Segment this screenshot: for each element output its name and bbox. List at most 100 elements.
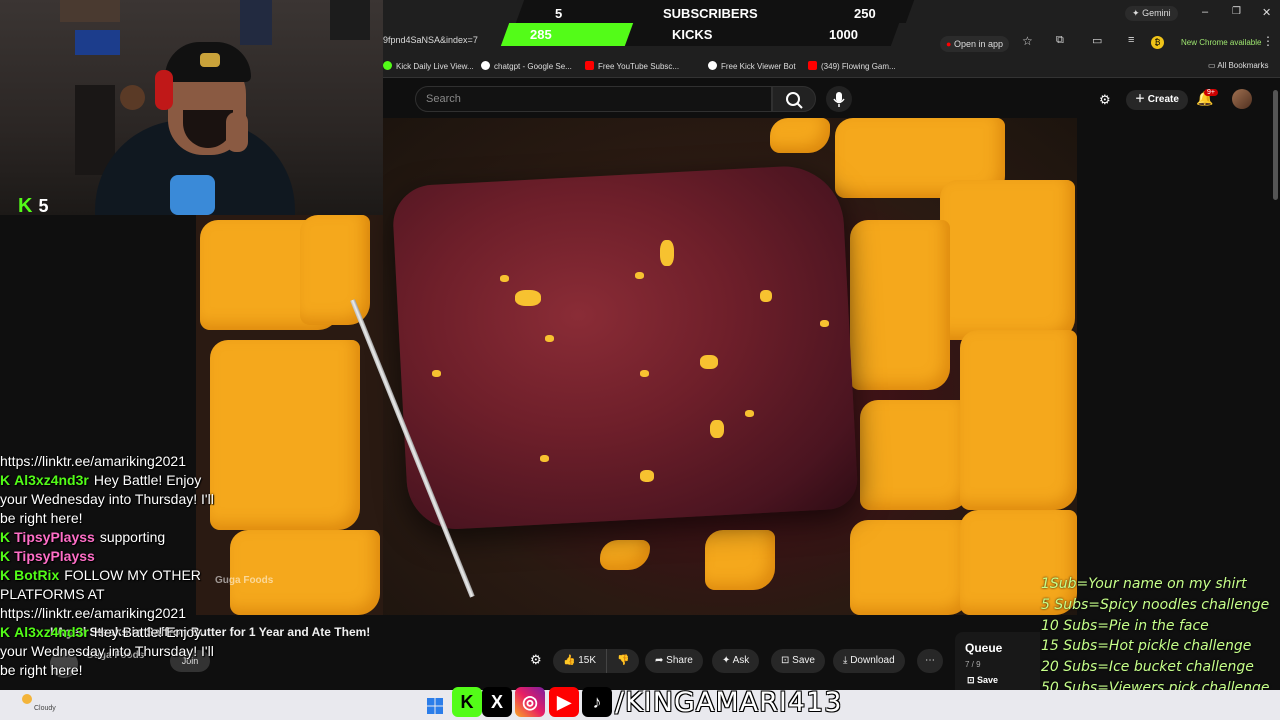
plus-icon: ＋ bbox=[1135, 94, 1145, 105]
menu-dots-icon[interactable]: ⋮ bbox=[1262, 34, 1274, 48]
avatar[interactable] bbox=[1232, 89, 1252, 109]
chat-message: be right here! bbox=[0, 661, 270, 680]
google-icon bbox=[481, 61, 490, 70]
chat-text: your Wednesday into Thursday! I'll bbox=[0, 491, 214, 507]
sub-goal-item: 15 Subs=Hot pickle challenge bbox=[1041, 638, 1252, 655]
chat-message: K TipsyPlayss supporting bbox=[0, 528, 270, 547]
chat-message: K BotRix FOLLOW MY OTHER bbox=[0, 566, 270, 585]
url-text[interactable]: 9fpnd4SaNSA&index=7 bbox=[383, 35, 478, 45]
kicks-target: 1000 bbox=[829, 27, 858, 42]
chat-username[interactable]: Al3xz4nd3r bbox=[14, 624, 89, 640]
weather-icon bbox=[22, 694, 32, 704]
butter-chunk bbox=[960, 330, 1077, 510]
butter-chunk bbox=[850, 220, 950, 390]
voice-search-button[interactable] bbox=[826, 86, 852, 112]
cast-icon[interactable]: ▭ bbox=[1092, 34, 1102, 47]
wall-poster bbox=[240, 0, 272, 45]
notification-badge: 9+ bbox=[1204, 89, 1218, 96]
bookmark-star-icon[interactable]: ☆ bbox=[1022, 34, 1033, 48]
windows-start-icon[interactable] bbox=[427, 698, 443, 714]
all-bookmarks-button[interactable]: ▭ All Bookmarks bbox=[1208, 61, 1268, 70]
cap-logo bbox=[200, 53, 220, 67]
dislike-button[interactable]: 👎 bbox=[606, 649, 640, 673]
profile-coin-icon[interactable]: ₿ bbox=[1151, 36, 1164, 49]
create-button[interactable]: ＋ Create bbox=[1126, 90, 1188, 110]
extensions-icon[interactable]: ⧉ bbox=[1056, 34, 1064, 47]
butter-chunk bbox=[705, 530, 775, 590]
thumbs-down-icon: 👎 bbox=[617, 655, 630, 666]
chat-text: FOLLOW MY OTHER bbox=[64, 567, 201, 583]
scrollbar[interactable] bbox=[1273, 90, 1278, 200]
butter-fleck bbox=[760, 290, 772, 302]
share-button[interactable]: ➦ Share bbox=[645, 649, 703, 673]
folder-icon: ▭ bbox=[1208, 61, 1218, 70]
globe-icon bbox=[708, 61, 717, 70]
restore-icon[interactable]: ❐ bbox=[1232, 6, 1241, 17]
reading-list-icon[interactable]: ≡ bbox=[1128, 34, 1134, 46]
chat-message: https://linktr.ee/amariking2021 bbox=[0, 604, 270, 623]
gemini-button[interactable]: ✦ Gemini bbox=[1125, 6, 1178, 21]
chat-text: Hey Battle! Enjoy bbox=[93, 472, 202, 488]
bookmark-item[interactable]: Kick Daily Live View... bbox=[383, 61, 474, 71]
bookmark-item[interactable]: chatgpt - Google Se... bbox=[481, 61, 572, 71]
chat-text: Hey Battle! Enjoy bbox=[93, 624, 202, 640]
butter-chunk bbox=[850, 520, 970, 615]
bookmark-item[interactable]: Free YouTube Subsc... bbox=[585, 61, 679, 71]
butter-fleck bbox=[745, 410, 754, 417]
stream-chat: https://linktr.ee/amariking2021 K Al3xz4nd… bbox=[0, 452, 270, 720]
wall-poster bbox=[330, 0, 370, 40]
kicks-label: KICKS bbox=[672, 27, 713, 42]
kick-badge-icon: K bbox=[0, 529, 11, 545]
chat-message: your Wednesday into Thursday! I'll bbox=[0, 490, 270, 509]
chat-text: your Wednesday into Thursday! I'll bbox=[0, 643, 214, 659]
search-input[interactable] bbox=[415, 86, 772, 112]
chat-text: PLATFORMS AT bbox=[0, 586, 105, 602]
flag-poster bbox=[75, 30, 120, 55]
social-handle: /KINGAMARI413 bbox=[615, 687, 843, 718]
kicks-goal-fill bbox=[500, 23, 634, 46]
download-button[interactable]: ⤓ Download bbox=[833, 649, 905, 673]
chat-text: https://linktr.ee/amariking2021 bbox=[0, 605, 186, 621]
chat-username[interactable]: TipsyPlayss bbox=[14, 548, 95, 564]
subs-current: 5 bbox=[555, 6, 563, 21]
queue-title: Queue bbox=[965, 641, 1003, 655]
chat-message: be right here! bbox=[0, 509, 270, 528]
minimize-icon[interactable]: – bbox=[1202, 6, 1208, 18]
queue-count: 7 / 9 bbox=[965, 660, 981, 669]
steak bbox=[391, 163, 859, 532]
like-button[interactable]: 👍 15K bbox=[553, 649, 607, 673]
thumbs-up-icon: 👍 bbox=[563, 655, 579, 666]
butter-fleck bbox=[635, 272, 644, 279]
chat-message: K Al3xz4nd3r Hey Battle! Enjoy bbox=[0, 623, 270, 642]
chat-username[interactable]: BotRix bbox=[14, 567, 59, 583]
kick-badge-icon: K bbox=[0, 567, 11, 583]
butter-fleck bbox=[640, 370, 649, 377]
sub-goal-item: 5 Subs=Spicy noodles challenge bbox=[1041, 596, 1270, 613]
kicks-current: 285 bbox=[530, 27, 552, 42]
bookmark-item[interactable]: (349) Flowing Gam... bbox=[808, 61, 896, 71]
butter-chunk bbox=[300, 215, 370, 325]
butter-chunk bbox=[770, 118, 830, 153]
butter-chunk bbox=[860, 400, 970, 510]
kick-badge-icon: K bbox=[0, 548, 11, 564]
chat-text: be right here! bbox=[0, 662, 83, 678]
chat-username[interactable]: Al3xz4nd3r bbox=[14, 472, 89, 488]
more-actions-icon[interactable]: ⋯ bbox=[917, 649, 943, 673]
save-button[interactable]: ⊡ Save bbox=[771, 649, 825, 673]
ask-button[interactable]: ✦ Ask bbox=[712, 649, 760, 673]
chat-message: your Wednesday into Thursday! I'll bbox=[0, 642, 270, 661]
chat-username[interactable]: TipsyPlayss bbox=[14, 529, 95, 545]
cast-icon[interactable]: ⚙ bbox=[1099, 92, 1111, 108]
butter-fleck bbox=[710, 420, 724, 438]
queue-save-button[interactable]: ⊡ Save bbox=[967, 675, 998, 686]
butter-fleck bbox=[640, 470, 654, 482]
youtube-icon: ● bbox=[946, 39, 952, 49]
bookmark-item[interactable]: Free Kick Viewer Bot bbox=[708, 61, 796, 71]
instagram-icon: ◎ bbox=[515, 687, 545, 717]
new-chrome-badge[interactable]: New Chrome available bbox=[1181, 38, 1261, 47]
search-button[interactable] bbox=[772, 86, 816, 112]
open-in-app-button[interactable]: ● Open in app bbox=[940, 36, 1009, 52]
butter-fleck bbox=[660, 240, 674, 266]
ai-summary-icon[interactable]: ⚙ bbox=[530, 652, 542, 668]
close-window-icon[interactable]: ✕ bbox=[1262, 6, 1271, 19]
